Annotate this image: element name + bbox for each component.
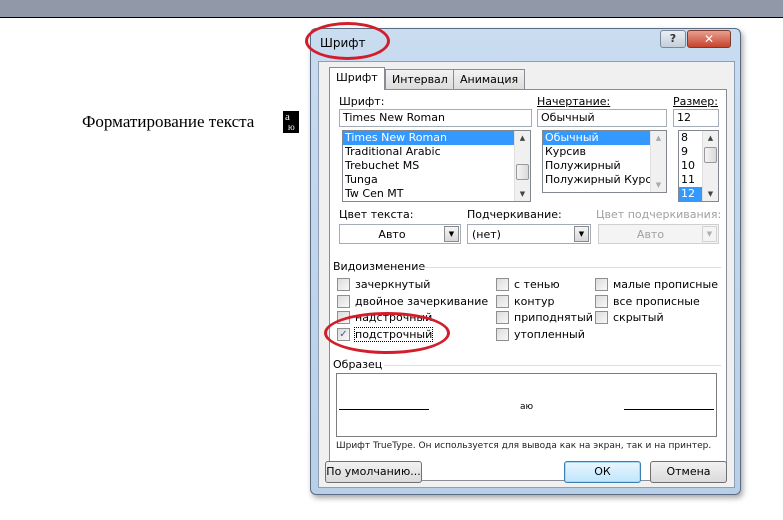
size-label-text: Размер: [673, 95, 718, 108]
font-list-item[interactable]: Tw Cen MT [343, 187, 530, 201]
document-text: Форматирование текста [82, 112, 255, 131]
size-list-scrollbar[interactable]: ▲ ▼ [702, 131, 718, 201]
tab-spacing[interactable]: Интервал [385, 69, 455, 89]
default-button[interactable]: По умолчанию... [325, 461, 422, 483]
checkbox-label: утопленный [514, 327, 585, 341]
font-list-item[interactable]: Traditional Arabic [343, 145, 530, 159]
app-top-bar [0, 0, 783, 18]
checkbox-label: с тенью [514, 278, 560, 291]
font-tab-panel: Шрифт: Times New Roman Times New Roman Tr… [329, 89, 727, 481]
tab-font[interactable]: Шрифт [329, 67, 385, 90]
scroll-down-icon[interactable]: ▼ [515, 187, 530, 201]
checkbox-label: приподнятый [514, 311, 593, 324]
font-list-scrollbar[interactable]: ▲ ▼ [514, 131, 530, 201]
style-input[interactable]: Обычный [537, 109, 667, 127]
checkbox-label: все прописные [613, 294, 700, 308]
help-icon: ? [669, 32, 677, 45]
text-color-label: Цвет текста: [339, 208, 414, 221]
scroll-down-icon[interactable]: ▼ [651, 178, 666, 192]
scroll-up-icon[interactable]: ▲ [651, 131, 666, 145]
preview-group-label: Образец [333, 358, 383, 371]
chevron-down-icon[interactable]: ▼ [574, 226, 589, 242]
underline-color-value: Авто [636, 228, 665, 241]
style-label: Начертание: [537, 95, 610, 108]
scroll-down-icon[interactable]: ▼ [703, 187, 718, 201]
effects-group-label: Видоизменение [333, 260, 426, 273]
group-divider [384, 365, 721, 366]
chevron-down-icon: ▼ [702, 226, 717, 242]
preview-box: аю [336, 373, 717, 437]
font-dialog: Шрифт ? ✕ Шрифт Интервал Анимация Шрифт:… [310, 28, 741, 495]
underline-color-label: Цвет подчеркивания: [596, 208, 722, 221]
checkbox-label: зачеркнутый [355, 278, 431, 291]
style-list-scrollbar[interactable]: ▲ ▼ [650, 131, 666, 192]
scroll-thumb[interactable] [516, 164, 529, 180]
checkbox-unchecked-icon[interactable] [496, 278, 509, 291]
checkbox-unchecked-icon[interactable] [595, 278, 608, 291]
group-divider [418, 267, 721, 268]
underline-value: (нет) [472, 228, 501, 241]
help-button[interactable]: ? [660, 30, 686, 48]
font-list-item[interactable]: Tunga [343, 173, 530, 187]
checkbox-unchecked-icon[interactable] [337, 311, 350, 324]
style-label-text: Начертание: [537, 95, 611, 108]
scroll-up-icon[interactable]: ▲ [515, 131, 530, 145]
tab-animation-label: Анимация [460, 73, 519, 86]
checkbox-unchecked-icon[interactable] [595, 294, 608, 308]
dialog-client-area: Шрифт Интервал Анимация Шрифт: Times New… [318, 61, 735, 488]
scroll-up-icon[interactable]: ▲ [703, 131, 718, 145]
style-list-item[interactable]: Полужирный Курсив [543, 173, 666, 187]
dialog-title: Шрифт [320, 36, 366, 50]
checkbox-unchecked-icon[interactable] [496, 311, 509, 324]
underline-color-select: Авто ▼ [598, 224, 719, 244]
preview-sample-text: аю [519, 402, 534, 412]
tab-spacing-label: Интервал [392, 73, 448, 86]
close-icon: ✕ [703, 32, 715, 46]
font-label: Шрифт: [339, 95, 385, 108]
font-list[interactable]: Times New Roman Traditional Arabic Trebuch… [342, 130, 531, 202]
preview-note: Шрифт TrueType. Он используется для выво… [336, 441, 712, 451]
size-input[interactable]: 12 [673, 109, 719, 127]
checkbox-unchecked-icon[interactable] [496, 294, 509, 308]
tab-font-label: Шрифт [336, 71, 378, 84]
checkbox-label: контур [514, 294, 555, 308]
underline-select[interactable]: (нет) ▼ [467, 224, 591, 244]
font-list-item[interactable]: Trebuchet MS [343, 159, 530, 173]
selected-glyph-bottom: ю [288, 122, 295, 132]
scroll-thumb[interactable] [704, 147, 717, 163]
font-input[interactable]: Times New Roman [339, 109, 532, 127]
checkbox-label: малые прописные [613, 278, 718, 291]
font-list-item[interactable]: Times New Roman [343, 131, 530, 145]
checkbox-unchecked-icon[interactable] [595, 311, 608, 324]
checkbox-label: скрытый [613, 311, 664, 324]
cancel-button[interactable]: Отмена [650, 461, 727, 483]
tab-animation[interactable]: Анимация [453, 69, 526, 89]
style-list-item[interactable]: Курсив [543, 145, 666, 159]
ok-button[interactable]: ОК [564, 461, 641, 483]
checkbox-label: двойное зачеркивание [355, 294, 489, 308]
preview-baseline-right [624, 409, 714, 410]
size-list[interactable]: 8 9 10 11 12 ▲ ▼ [678, 130, 719, 202]
selected-text[interactable]: а ю [283, 111, 299, 133]
style-list-item[interactable]: Обычный [543, 131, 666, 145]
selected-glyph-top: а [285, 111, 290, 123]
text-color-select[interactable]: Авто ▼ [339, 224, 461, 244]
size-label: Размер: [673, 95, 718, 108]
chevron-down-icon[interactable]: ▼ [444, 226, 459, 242]
style-list-item[interactable]: Полужирный [543, 159, 666, 173]
text-color-value: Авто [378, 228, 406, 241]
underline-label: Подчеркивание: [467, 208, 562, 221]
style-list[interactable]: Обычный Курсив Полужирный Полужирный Курсив… [542, 130, 667, 193]
checkbox-checked-icon[interactable]: ✓ [337, 327, 350, 341]
close-button[interactable]: ✕ [687, 30, 731, 48]
checkbox-label: подстрочный [353, 326, 434, 342]
checkbox-label: надстрочный [355, 311, 433, 324]
checkbox-unchecked-icon[interactable] [337, 278, 350, 291]
checkbox-unchecked-icon[interactable] [496, 327, 509, 341]
checkbox-unchecked-icon[interactable] [337, 294, 350, 308]
